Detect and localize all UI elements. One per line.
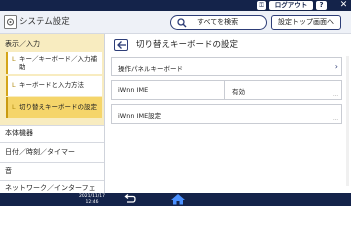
sidebar-group-display-input: 表示／入力 L キー／キーボード／入力補 助 L キーボードと入力方法 L 切り… bbox=[0, 34, 104, 125]
row-panel-keyboard[interactable]: 操作パネルキーボード › bbox=[111, 57, 342, 76]
back-nav-icon[interactable] bbox=[122, 194, 136, 205]
row-iwnn-ime-settings[interactable]: iWnn IME設定 … bbox=[111, 104, 342, 124]
help-button[interactable]: ? bbox=[316, 1, 327, 10]
search-all-label: すべてを検索 bbox=[197, 18, 239, 26]
arrow-left-icon bbox=[117, 41, 126, 49]
more-icon: … bbox=[333, 92, 338, 98]
row-divider bbox=[224, 81, 225, 99]
sidebar-item-sound[interactable]: 音 bbox=[0, 162, 104, 180]
sidebar-item-switch-keyboard[interactable]: L 切り替えキーボードの設定 bbox=[6, 97, 102, 118]
branch-mark: L bbox=[12, 103, 16, 111]
settings-top-button[interactable]: 設定トップ画面へ bbox=[271, 15, 341, 30]
main-panel: 切り替えキーボードの設定 操作パネルキーボード › iWnn IME 有効 … … bbox=[106, 34, 351, 193]
sidebar-item-label: ネットワーク／インターフェ bbox=[5, 184, 96, 192]
bottom-bar: 2021/11/17 12:46 bbox=[0, 193, 351, 206]
time-text: 12:46 bbox=[85, 199, 99, 205]
date-text: 2021/11/17 bbox=[79, 194, 105, 199]
sidebar-item-label: キー／キーボード／入力補 bbox=[19, 55, 97, 63]
sidebar-item-label: 日付／時刻／タイマー bbox=[5, 148, 75, 156]
chevron-right-icon: › bbox=[334, 62, 338, 71]
row-iwnn-ime[interactable]: iWnn IME 有効 … bbox=[111, 80, 342, 100]
row-label: iWnn IME bbox=[118, 86, 149, 94]
logout-button[interactable]: ログアウト bbox=[269, 1, 313, 10]
sidebar-item-label: 音 bbox=[5, 167, 12, 175]
sidebar-item-label-cont: 助 bbox=[19, 63, 26, 71]
row-value: 有効 bbox=[232, 88, 245, 96]
search-icon bbox=[177, 18, 187, 28]
sidebar-item-keyboard-input[interactable]: L キーボードと入力方法 bbox=[6, 76, 102, 96]
branch-mark: L bbox=[12, 55, 16, 63]
app-title: システム設定 bbox=[19, 17, 70, 27]
row-label: 操作パネルキーボード bbox=[118, 65, 183, 73]
header: システム設定 すべてを検索 設定トップ画面へ bbox=[0, 11, 351, 34]
row-label: iWnn IME設定 bbox=[118, 112, 162, 120]
sidebar-item-datetime[interactable]: 日付／時刻／タイマー bbox=[0, 142, 104, 162]
sidebar-item-label: キーボードと入力方法 bbox=[19, 81, 84, 89]
sidebar-group-title[interactable]: 表示／入力 bbox=[5, 39, 104, 49]
sidebar-item-label: 本体機器 bbox=[5, 129, 33, 137]
sidebar-item-device[interactable]: 本体機器 bbox=[0, 125, 104, 142]
home-icon[interactable] bbox=[170, 193, 186, 205]
close-icon[interactable]: ✕ bbox=[336, 0, 351, 11]
sidebar-item-label: 切り替えキーボードの設定 bbox=[19, 103, 97, 111]
page-title: 切り替えキーボードの設定 bbox=[136, 40, 239, 50]
system-bar: ⚿ ログアウト ? ✕ bbox=[0, 0, 351, 11]
back-button[interactable] bbox=[114, 39, 128, 51]
search-all-button[interactable]: すべてを検索 bbox=[170, 15, 267, 30]
scrollbar[interactable] bbox=[346, 56, 349, 186]
settings-app-icon bbox=[4, 15, 17, 29]
more-icon: … bbox=[333, 116, 338, 122]
sidebar-item-key-input[interactable]: L キー／キーボード／入力補 助 bbox=[6, 52, 102, 74]
sidebar-item-network[interactable]: ネットワーク／インターフェ bbox=[0, 180, 104, 193]
branch-mark: L bbox=[12, 81, 16, 89]
key-icon[interactable]: ⚿ bbox=[257, 1, 266, 10]
date-display: 2021/11/17 12:46 bbox=[77, 194, 107, 205]
sidebar: 表示／入力 L キー／キーボード／入力補 助 L キーボードと入力方法 L 切り… bbox=[0, 34, 105, 193]
